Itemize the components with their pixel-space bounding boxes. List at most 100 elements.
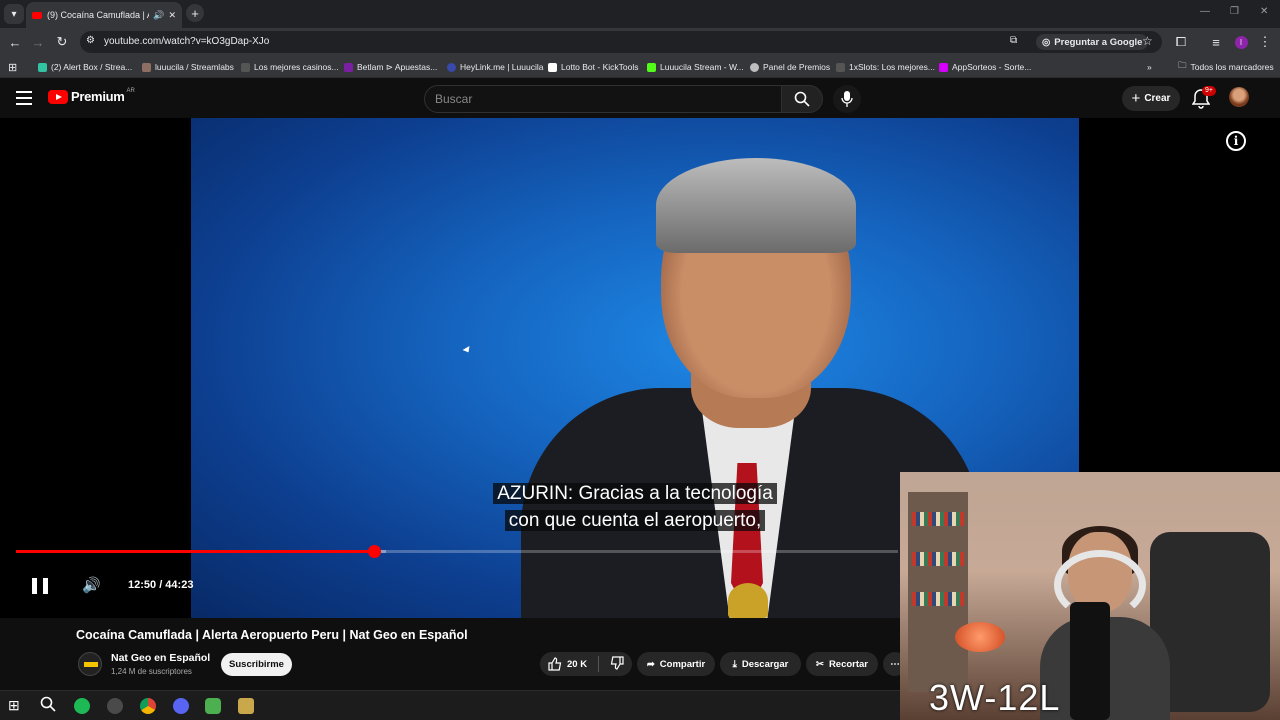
bookmark-item[interactable]: AppSorteos - Sorte... (939, 60, 1031, 74)
bookmark-item[interactable]: Betlam ⊳ Apuestas... (344, 60, 437, 74)
tab-title: (9) Cocaína Camuflada | Ale (47, 10, 150, 20)
download-icon: ⤓ (732, 658, 737, 670)
pause-button[interactable] (32, 578, 48, 594)
more-bookmarks-icon[interactable]: » (1147, 60, 1152, 74)
bookmark-item[interactable]: Panel de Premios (750, 60, 830, 74)
lamp (955, 622, 1005, 652)
bookmark-item[interactable]: Los mejores casinos... (241, 60, 339, 74)
youtube-header: Premium AR + Crear 9+ (0, 78, 1280, 118)
info-icon[interactable]: i (1226, 131, 1246, 151)
ask-google-label: Preguntar a Google (1054, 36, 1143, 48)
channel-name[interactable]: Nat Geo en Español (111, 652, 210, 664)
minecraft-icon[interactable] (205, 698, 221, 714)
channel-avatar[interactable] (78, 652, 102, 676)
bookmark-favicon-icon (344, 62, 353, 72)
bookmark-item[interactable]: 1xSlots: Los mejores... (836, 60, 935, 74)
thumbs-down-icon (610, 655, 624, 670)
scrubber-handle[interactable] (368, 545, 382, 558)
discord-icon[interactable] (173, 698, 189, 714)
video-person-hair (656, 158, 856, 253)
search-input[interactable] (425, 86, 781, 112)
back-icon[interactable]: ← (6, 33, 24, 51)
bookmark-favicon-icon (142, 62, 151, 72)
video-person-badge (728, 583, 768, 618)
like-divider (598, 656, 600, 672)
video-title: Cocaína Camuflada | Alerta Aeropuerto Pe… (76, 628, 468, 642)
progress-bar[interactable] (16, 550, 898, 553)
forward-icon[interactable]: → (29, 33, 47, 51)
clip-button[interactable]: ✂ Recortar (806, 652, 878, 676)
all-bookmarks-folder[interactable]: 🗀 Todos los marcadores (1178, 60, 1274, 74)
profile-avatar[interactable]: I (1234, 35, 1248, 49)
url-text[interactable]: youtube.com/watch?v=kO3gDap-XJo (104, 36, 269, 47)
microphone-arm (1070, 602, 1110, 720)
tab-search-button[interactable]: ▾ (4, 4, 24, 24)
folder-icon: 🗀 (1178, 60, 1187, 70)
search-box (424, 85, 782, 113)
like-button[interactable]: 20 K (548, 657, 587, 671)
ask-google-button[interactable]: ◎ Preguntar a Google (1036, 34, 1149, 50)
bookmark-item[interactable]: Lotto Bot - KickTools (548, 60, 638, 74)
time-display: 12:50 / 44:23 (128, 579, 194, 591)
browser-tab-active[interactable]: (9) Cocaína Camuflada | Ale 🔊 ✕ (26, 2, 182, 28)
bookmarks-bar: ⊞ (2) Alert Box / Strea... luuucila / St… (0, 56, 1280, 78)
bookmark-star-icon[interactable]: ☆ (1142, 34, 1153, 48)
bookmark-item[interactable]: HeyLink.me | Luuucila (447, 60, 543, 74)
bookmark-favicon-icon (38, 62, 47, 72)
taskbar: ⊞ (0, 690, 900, 720)
speaker-icon[interactable]: 🔊 (153, 10, 164, 21)
search-button[interactable] (781, 85, 823, 113)
thumbs-up-icon (548, 657, 562, 671)
media-controls-icon[interactable]: ≡ (1207, 33, 1225, 51)
install-app-icon[interactable]: ⧉ (1010, 35, 1017, 46)
windows-start-icon[interactable]: ⊞ (8, 697, 24, 713)
maximize-icon[interactable]: ❐ (1230, 6, 1239, 17)
new-tab-button[interactable]: + (186, 4, 204, 22)
reload-icon[interactable]: ↻ (53, 33, 71, 51)
voice-search-button[interactable] (833, 85, 861, 113)
bookmark-favicon-icon (939, 62, 948, 72)
shelf-books (912, 512, 964, 526)
search-taskbar-icon[interactable] (40, 696, 56, 712)
app-icon[interactable] (107, 698, 123, 714)
share-button[interactable]: ➦ Compartir (637, 652, 715, 676)
webcam-overlay: 3W-12L (900, 472, 1280, 720)
chrome-icon[interactable] (140, 698, 156, 714)
league-icon[interactable] (238, 698, 254, 714)
like-dislike-group: 20 K (540, 652, 632, 676)
browser-menu-icon[interactable]: ⋮ (1256, 33, 1274, 51)
youtube-play-icon (48, 89, 68, 104)
close-tab-icon[interactable]: ✕ (168, 10, 176, 21)
bookmark-favicon-icon (241, 62, 250, 72)
subscribe-button[interactable]: Suscribirme (221, 653, 292, 676)
notification-count-badge: 9+ (1202, 86, 1216, 96)
account-avatar[interactable] (1229, 87, 1249, 107)
shelf-books (912, 552, 964, 566)
create-button[interactable]: + Crear (1122, 86, 1180, 111)
more-icon: ⋯ (890, 658, 900, 670)
guide-menu-icon[interactable] (16, 91, 32, 105)
pause-icon (32, 578, 37, 594)
video-captions: AZURIN: Gracias a la tecnología con que … (470, 480, 800, 534)
address-bar[interactable]: ⚙ youtube.com/watch?v=kO3gDap-XJo ⧉ ◎ Pr… (80, 31, 1162, 53)
youtube-favicon-icon (32, 11, 42, 19)
minimize-icon[interactable]: — (1200, 6, 1210, 17)
search-icon (794, 91, 810, 107)
bookmark-favicon-icon (548, 62, 557, 72)
bookmark-item[interactable]: luuucila / Streamlabs (142, 60, 234, 74)
close-window-icon[interactable]: ✕ (1260, 6, 1268, 17)
bookmark-item[interactable]: Luuucila Stream - W... (647, 60, 744, 74)
spotify-icon[interactable] (74, 698, 90, 714)
apps-grid-icon[interactable]: ⊞ (8, 60, 17, 74)
download-button[interactable]: ⤓ Descargar (720, 652, 801, 676)
site-info-icon[interactable]: ⚙ (86, 35, 95, 46)
dislike-button[interactable] (610, 655, 624, 673)
like-count: 20 K (567, 658, 588, 670)
subscriber-count: 1,24 M de suscriptores (111, 667, 192, 676)
youtube-premium-logo[interactable]: Premium AR (48, 88, 135, 104)
plus-icon: + (1131, 90, 1141, 107)
bookmark-item[interactable]: (2) Alert Box / Strea... (38, 60, 132, 74)
browser-toolbar: ← → ↻ ⚙ youtube.com/watch?v=kO3gDap-XJo … (0, 28, 1280, 56)
extensions-icon[interactable]: ⧠ (1172, 33, 1190, 51)
volume-icon[interactable]: 🔊 (82, 576, 101, 594)
